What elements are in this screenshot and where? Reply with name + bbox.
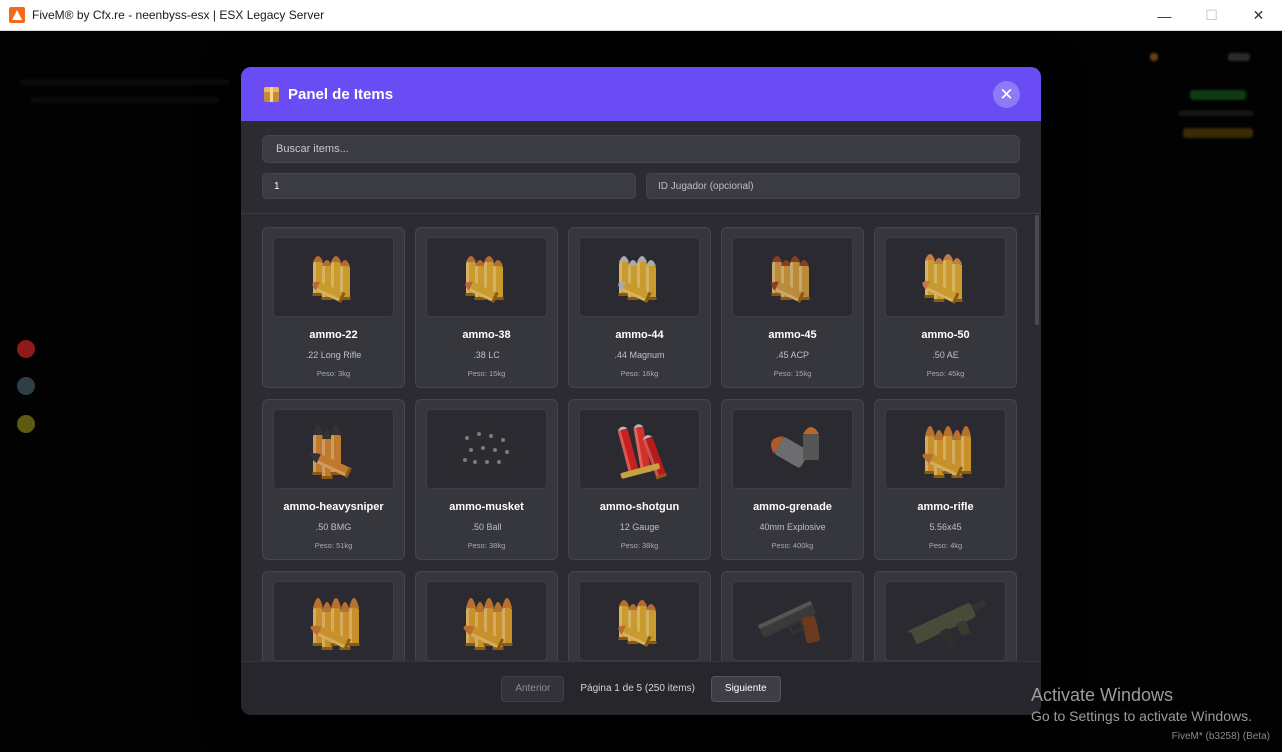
item-name: ammo-rifle [917,501,974,513]
item-weight: Peso: 4kg [928,541,963,550]
hud-blur [1150,53,1158,61]
item-name: ammo-shotgun [599,501,680,513]
item-description: .38 LC [473,350,500,360]
player-id-input[interactable] [646,173,1020,199]
item-card[interactable] [262,571,405,661]
item-name: ammo-22 [309,329,358,341]
activate-subtitle: Go to Settings to activate Windows. [1031,708,1252,724]
item-name: ammo-grenade [753,501,832,513]
item-name: ammo-musket [449,501,524,513]
item-card[interactable]: ammo-44 .44 Magnum Peso: 16kg [568,227,711,388]
item-card[interactable] [415,571,558,661]
item-description: 5.56x45 [929,522,962,532]
item-weight: Peso: 3kg [316,369,351,378]
pistol-rounds-icon [426,237,547,317]
hud-blur [30,97,220,103]
hud-blur [1178,110,1254,116]
fivem-logo-icon [9,7,25,23]
window-controls: — ☐ ✕ [1141,0,1282,31]
pagination-bar: Anterior Página 1 de 5 (250 items) Sigui… [241,661,1041,715]
item-description: .50 AE [932,350,959,360]
package-icon [264,86,279,102]
item-card[interactable] [568,571,711,661]
item-description: .45 ACP [775,350,810,360]
items-grid-area[interactable]: ammo-22 .22 Long Rifle Peso: 3kg ammo-38… [241,213,1041,661]
filters-bar [241,121,1041,214]
search-input[interactable] [262,135,1020,163]
item-card[interactable] [874,571,1017,661]
item-card[interactable]: ammo-musket .50 Ball Peso: 38kg [415,399,558,560]
close-modal-button[interactable]: ✕ [993,81,1020,108]
item-card[interactable]: ammo-grenade 40mm Explosive Peso: 400kg [721,399,864,560]
item-description: .22 Long Rifle [305,350,362,360]
item-weight: Peso: 45kg [926,369,965,378]
quantity-input[interactable] [262,173,636,199]
item-weight: Peso: 38kg [467,541,506,550]
next-page-button[interactable]: Siguiente [710,675,781,702]
item-description: .44 Magnum [614,350,665,360]
item-weight: Peso: 15kg [467,369,506,378]
items-grid: ammo-22 .22 Long Rifle Peso: 3kg ammo-38… [262,227,1017,661]
activate-title: Activate Windows [1031,685,1174,705]
item-card[interactable]: ammo-heavysniper .50 BMG Peso: 51kg [262,399,405,560]
grenade-rounds-icon [732,409,853,489]
item-name: ammo-38 [462,329,511,341]
page-info: Página 1 de 5 (250 items) [580,683,695,694]
acp-rounds-icon [732,237,853,317]
hud-blur [1228,53,1250,61]
item-weight: Peso: 51kg [314,541,353,550]
item-name: ammo-44 [615,329,664,341]
pistol-icon [732,581,853,661]
smg-icon [885,581,1006,661]
pistol-rounds-icon [273,237,394,317]
shotgun-shells-icon [579,409,700,489]
hud-blur [1190,90,1246,100]
item-description: .50 Ball [471,522,502,532]
build-label: FiveM* (b3258) (Beta) [1171,731,1270,742]
item-card[interactable]: ammo-45 .45 ACP Peso: 15kg [721,227,864,388]
grid-scrollbar[interactable] [1035,215,1039,325]
ae-rounds-icon [885,237,1006,317]
items-panel-modal: Panel de Items ✕ ammo-22 [241,67,1041,715]
item-description: 40mm Explosive [759,522,826,532]
minimize-button[interactable]: — [1141,0,1188,31]
item-name: ammo-50 [921,329,970,341]
hunger-indicator-icon [17,415,35,433]
activate-windows-watermark: Activate Windows Go to Settings to activ… [1031,685,1252,724]
musket-balls-icon [426,409,547,489]
window-titlebar: FiveM® by Cfx.re - neenbyss-esx | ESX Le… [0,0,1282,31]
maximize-button[interactable]: ☐ [1188,0,1235,31]
modal-header: Panel de Items ✕ [241,67,1041,121]
item-weight: Peso: 15kg [773,369,812,378]
previous-page-button[interactable]: Anterior [501,675,565,702]
pistol-rounds-icon [579,581,700,661]
item-description: 12 Gauge [619,522,660,532]
item-name: ammo-45 [768,329,817,341]
item-card[interactable]: ammo-22 .22 Long Rifle Peso: 3kg [262,227,405,388]
sniper-rounds-icon [273,409,394,489]
item-weight: Peso: 38kg [620,541,659,550]
window-title: FiveM® by Cfx.re - neenbyss-esx | ESX Le… [32,8,325,22]
item-card[interactable] [721,571,864,661]
item-weight: Peso: 400kg [771,541,814,550]
item-card[interactable]: ammo-50 .50 AE Peso: 45kg [874,227,1017,388]
item-card[interactable]: ammo-shotgun 12 Gauge Peso: 38kg [568,399,711,560]
health-indicator-icon [17,340,35,358]
item-card[interactable]: ammo-rifle 5.56x45 Peso: 4kg [874,399,1017,560]
item-card[interactable]: ammo-38 .38 LC Peso: 15kg [415,227,558,388]
item-description: .50 BMG [315,522,352,532]
item-name: ammo-heavysniper [283,501,384,513]
close-window-button[interactable]: ✕ [1235,0,1282,31]
rifle-rounds-icon [426,581,547,661]
rifle-rounds-icon [273,581,394,661]
modal-title: Panel de Items [288,85,394,103]
magnum-rounds-icon [579,237,700,317]
hud-blur [1183,128,1253,138]
armor-indicator-icon [17,377,35,395]
rifle-rounds-icon [885,409,1006,489]
item-weight: Peso: 16kg [620,369,659,378]
filter-row [262,173,1021,199]
hud-blur [20,79,230,85]
